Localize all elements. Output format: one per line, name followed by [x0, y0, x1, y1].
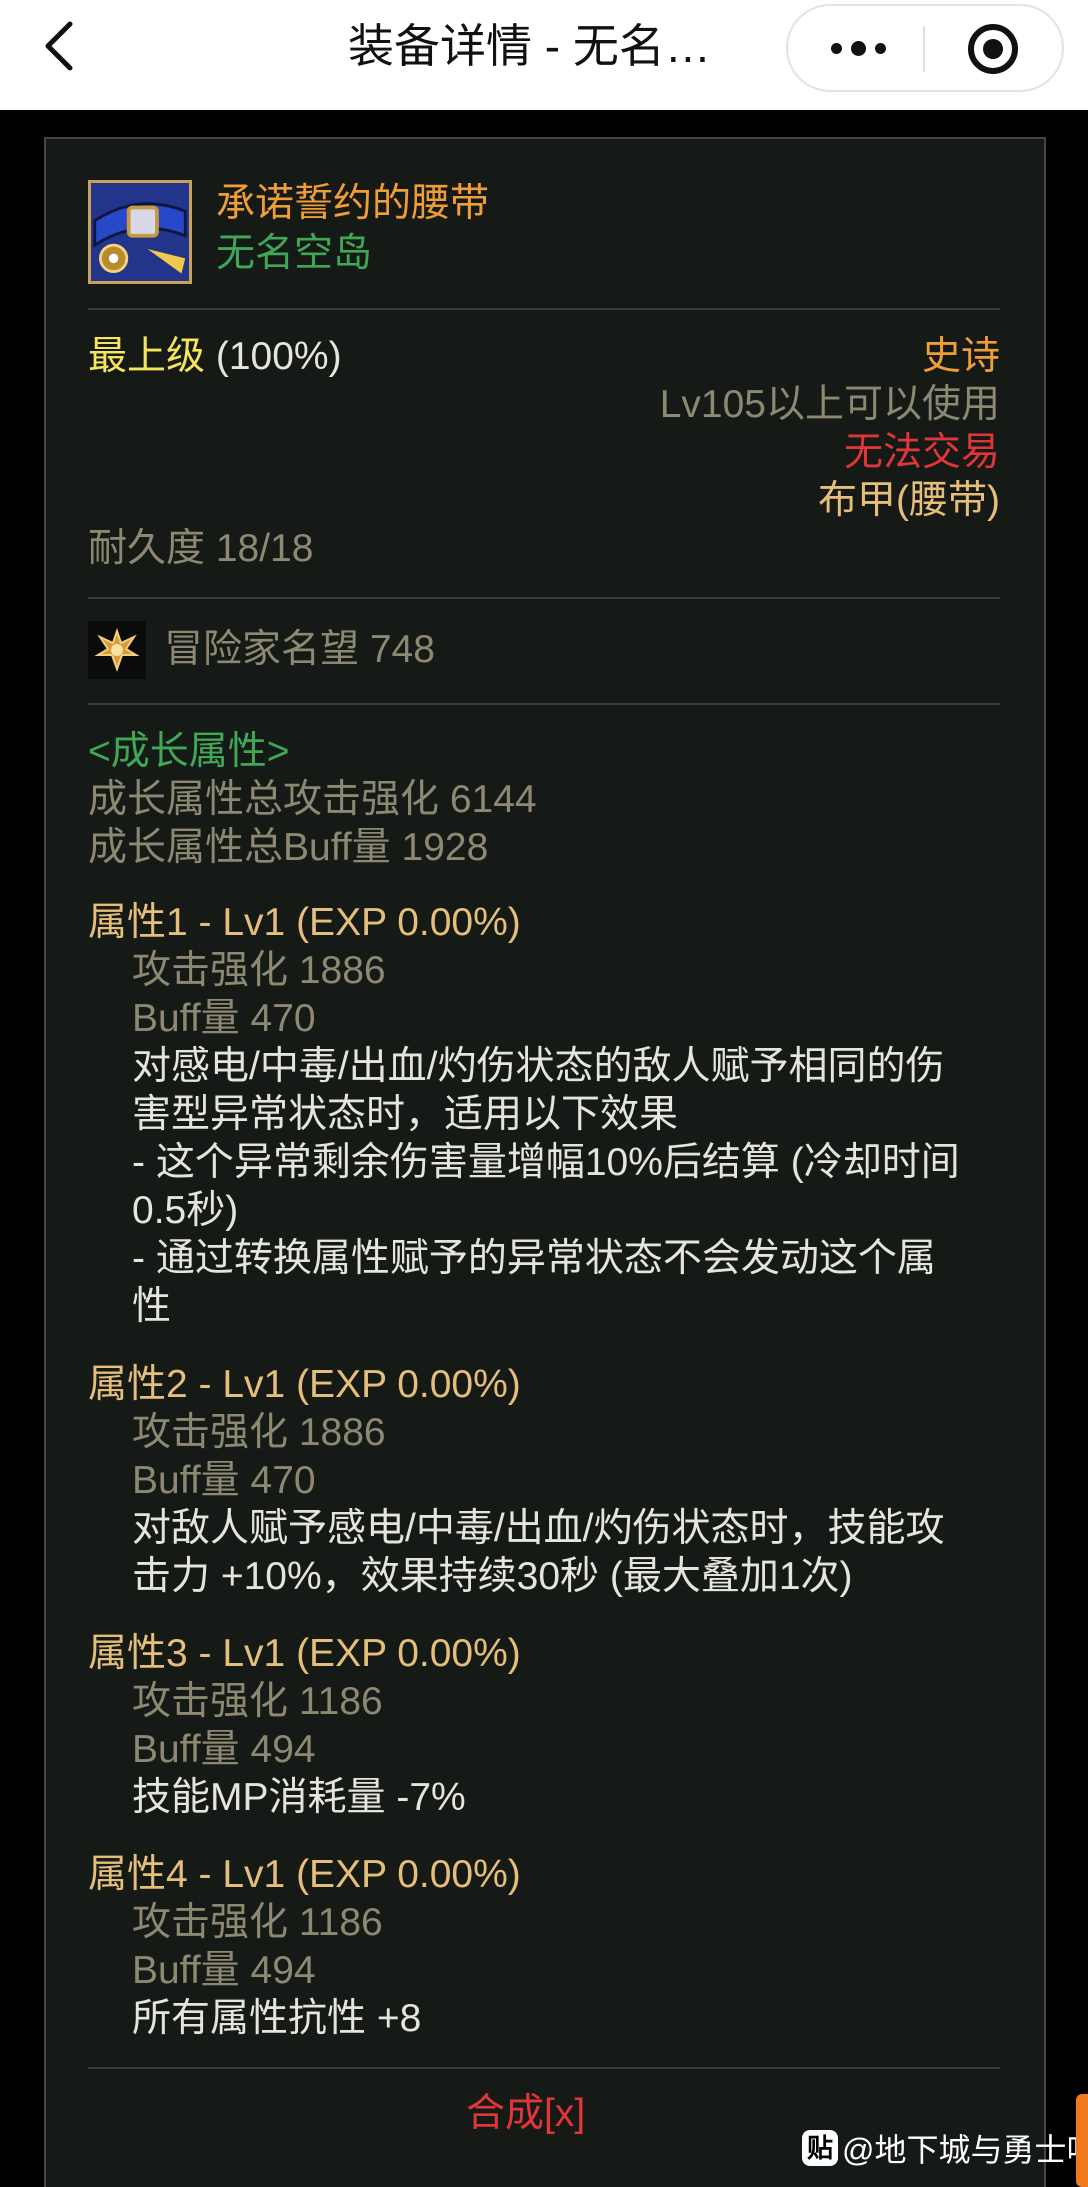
item-name: 承诺誓约的腰带	[216, 182, 490, 225]
attr-3-attack: 攻击强化 1186	[132, 1680, 383, 1723]
capsule-divider	[923, 26, 925, 72]
attr-4-buff: Buff量 494	[132, 1949, 316, 1992]
attr-2-attack: 攻击强化 1886	[132, 1411, 386, 1454]
growth-total-buff: 成长属性总Buff量 1928	[88, 826, 489, 869]
attr-1-buff: Buff量 470	[132, 997, 316, 1040]
divider	[88, 2067, 1000, 2069]
attr-1-title: 属性1 - Lv1 (EXP 0.00%)	[88, 901, 521, 944]
growth-total-attack: 成长属性总攻击强化 6144	[88, 778, 537, 821]
attr-4-desc-line: 所有属性抗性 +8	[132, 1997, 422, 2040]
fame-crest-icon	[88, 621, 146, 679]
attr-1-desc-line: 0.5秒)	[132, 1189, 239, 1232]
mini-program-capsule	[786, 4, 1064, 92]
attr-2-buff: Buff量 470	[132, 1459, 316, 1502]
target-circle-icon[interactable]	[968, 24, 1018, 74]
attr-3-buff: Buff量 494	[132, 1728, 316, 1771]
item-type: 布甲(腰带)	[818, 479, 1000, 522]
attr-2-desc-line: 对敌人赋予感电/中毒/出血/灼伤状态时，技能攻	[132, 1507, 945, 1550]
edge-tab	[1076, 2094, 1088, 2187]
attr-1-attack: 攻击强化 1886	[132, 949, 386, 992]
attr-4-title: 属性4 - Lv1 (EXP 0.00%)	[88, 1853, 521, 1896]
belt-item-icon	[88, 180, 192, 284]
chevron-left-icon[interactable]	[40, 18, 80, 74]
divider	[88, 703, 1000, 705]
attr-3-desc-line: 技能MP消耗量 -7%	[132, 1776, 466, 1819]
durability: 耐久度 18/18	[88, 527, 314, 570]
more-dots-icon[interactable]	[798, 6, 918, 90]
attr-2-desc-line: 击力 +10%，效果持续30秒 (最大叠加1次)	[132, 1555, 853, 1598]
level-requirement: Lv105以上可以使用	[659, 383, 1000, 426]
attr-4-attack: 攻击强化 1186	[132, 1901, 383, 1944]
top-navbar: 装备详情 - 无名…	[0, 0, 1088, 110]
item-grade: 最上级	[88, 335, 206, 378]
divider	[88, 597, 1000, 599]
item-grade-percent: (100%)	[215, 335, 342, 378]
trade-status: 无法交易	[843, 431, 1000, 474]
item-set-name: 无名空岛	[216, 232, 373, 275]
item-grade-line: 最上级 (100%)	[88, 333, 342, 381]
attr-1-desc-line: - 通过转换属性赋予的异常状态不会发动这个属	[132, 1237, 936, 1280]
attr-1-desc-line: 性	[132, 1285, 172, 1328]
attr-1-desc-line: 对感电/中毒/出血/灼伤状态的敌人赋予相同的伤	[132, 1045, 945, 1088]
watermark: @地下城与勇士吧	[842, 2132, 1088, 2168]
attr-3-title: 属性3 - Lv1 (EXP 0.00%)	[88, 1632, 521, 1675]
page-title: 装备详情 - 无名…	[348, 20, 711, 72]
attr-1-desc-line: 害型异常状态时，适用以下效果	[132, 1093, 679, 1136]
tieba-badge-icon: 贴	[802, 2130, 838, 2166]
divider	[88, 308, 1000, 310]
attr-1-desc-line: - 这个异常剩余伤害量增幅10%后结算 (冷却时间	[132, 1141, 960, 1184]
adventurer-fame: 冒险家名望 748	[164, 628, 435, 671]
synth-button[interactable]: 合成[x]	[466, 2090, 585, 2138]
attr-2-title: 属性2 - Lv1 (EXP 0.00%)	[88, 1363, 521, 1406]
item-rarity: 史诗	[921, 335, 1000, 378]
growth-header: <成长属性>	[88, 730, 290, 773]
